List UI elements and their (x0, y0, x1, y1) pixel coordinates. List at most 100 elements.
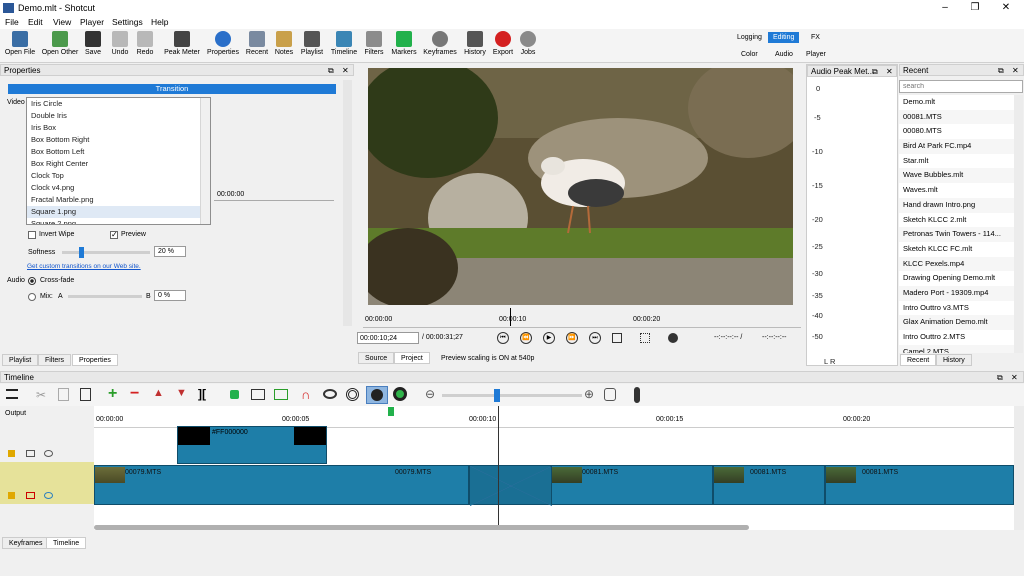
timeline-tracks[interactable]: 00:00:00 00:00:05 00:00:10 00:00:15 00:0… (94, 406, 1014, 530)
skip-next-icon[interactable]: ⏭ (589, 332, 601, 344)
float-icon[interactable]: ⧉ (872, 66, 878, 77)
panel-close-icon[interactable]: ✕ (886, 66, 893, 77)
recent-list-item[interactable]: Sketch KLCC FC.mlt (899, 242, 1014, 257)
recent-list-item[interactable]: Intro Outtro v3.MTS (899, 301, 1014, 316)
recent-search-input[interactable] (899, 80, 1023, 93)
transition-list-item[interactable]: Box Bottom Right (27, 134, 210, 146)
copy-icon[interactable] (58, 388, 69, 401)
overwrite-icon[interactable]: ▼ (176, 387, 187, 399)
ripple-icon[interactable] (346, 388, 359, 401)
timeline-playhead[interactable] (498, 406, 499, 530)
workspace-editing[interactable]: Editing (768, 32, 800, 43)
timeline-marker[interactable] (388, 407, 394, 416)
player-ruler[interactable]: 00:00:00 00:00:10 00:00:20 (363, 308, 801, 328)
timeline-button[interactable]: Timeline (330, 31, 358, 56)
player-playhead[interactable] (510, 308, 511, 326)
timeline-ruler[interactable] (94, 406, 1014, 428)
hide-icon[interactable] (44, 450, 53, 457)
transition-list-item[interactable]: Box Bottom Left (27, 146, 210, 158)
recent-list-item[interactable]: Wave Bubbles.mlt (899, 168, 1014, 184)
keyframes-button[interactable]: Keyframes (422, 31, 458, 56)
previous-marker-icon[interactable] (251, 389, 265, 400)
properties-button[interactable]: Properties (206, 31, 240, 56)
video-clip[interactable]: 00081.MTS (713, 465, 825, 505)
float-icon[interactable]: ⧉ (997, 372, 1003, 383)
zoom-fit-icon[interactable] (604, 388, 616, 401)
zoom-in-icon[interactable]: ⊕ (584, 387, 594, 401)
recent-list-item[interactable]: Demo.mlt (899, 95, 1014, 110)
recent-list-item[interactable]: Star.mlt (899, 154, 1014, 169)
skip-previous-icon[interactable]: ⏮ (497, 332, 509, 344)
recent-list-item[interactable]: Waves.mlt (899, 183, 1014, 198)
transition-list[interactable]: Iris Circle Double Iris Iris Box Box Bottom… (26, 97, 211, 225)
tab-history[interactable]: History (936, 354, 972, 366)
recent-list-item[interactable]: Intro Outtro 2.MTS (899, 330, 1014, 345)
mix-spinbox[interactable]: 0 % (154, 290, 186, 301)
notes-button[interactable]: Notes (273, 31, 295, 56)
timeline-menu-icon[interactable] (6, 389, 18, 399)
recent-list-item[interactable]: Hand drawn Intro.png (899, 197, 1014, 213)
playlist-button[interactable]: Playlist (299, 31, 325, 56)
redo-button[interactable]: Redo (134, 31, 156, 56)
paste-icon[interactable] (80, 388, 91, 401)
ripple-all-tracks-button[interactable] (366, 386, 388, 404)
softness-slider[interactable] (62, 247, 150, 258)
recent-list-item[interactable]: KLCC Pexels.mp4 (899, 256, 1014, 272)
float-icon[interactable]: ⧉ (328, 65, 334, 76)
transition-position-field[interactable]: 00:00:00 (214, 190, 334, 201)
transition-list-item[interactable]: Clock Top (27, 170, 210, 182)
list-scrollbar[interactable] (200, 98, 210, 224)
mix-slider[interactable] (68, 295, 142, 298)
video-clip[interactable]: 00079.MTS 00079.MTS (94, 465, 469, 505)
recent-list[interactable]: Demo.mlt 00081.MTS 00080.MTS Bird At Park F… (899, 95, 1014, 353)
transition-list-item[interactable]: Iris Box (27, 122, 210, 134)
softness-spinbox[interactable]: 20 % (154, 246, 186, 257)
transition-list-item[interactable]: Iris Circle (27, 98, 210, 110)
recent-list-item[interactable]: Camel 2.MTS (899, 344, 1014, 353)
softness-slider-handle[interactable] (78, 247, 84, 258)
timeline-horizontal-scrollbar[interactable] (94, 525, 749, 530)
append-icon[interactable]: + (108, 385, 117, 403)
recent-list-item[interactable]: Sketch KLCC 2.mlt (899, 213, 1014, 228)
video-preview[interactable] (368, 68, 793, 305)
minimize-icon[interactable]: – (935, 2, 955, 14)
transition-list-item[interactable]: Box Right Center (27, 158, 210, 170)
tab-project[interactable]: Project (394, 352, 430, 364)
invert-wipe-checkbox[interactable] (28, 231, 36, 239)
markers-button[interactable]: Markers (390, 31, 418, 56)
ripple-delete-icon[interactable]: − (130, 385, 139, 403)
menu-view[interactable]: View (53, 17, 71, 27)
transition-list-item[interactable]: Clock v4.png (27, 182, 210, 194)
color-clip[interactable]: #FF000000 (177, 426, 327, 464)
marker-icon[interactable] (230, 390, 239, 399)
undo-button[interactable]: Undo (109, 31, 131, 56)
position-timecode[interactable]: 00:00:10;24 (357, 332, 419, 344)
tab-playlist[interactable]: Playlist (2, 354, 39, 366)
preview-checkbox[interactable]: ✓ (110, 231, 118, 239)
panel-close-icon[interactable]: ✕ (1011, 372, 1018, 383)
history-button[interactable]: History (462, 31, 488, 56)
transition-list-item[interactable]: Square 2.png (27, 218, 210, 224)
split-icon[interactable]: ][ (198, 387, 206, 401)
lock-icon[interactable] (8, 492, 15, 499)
menu-file[interactable]: File (5, 17, 19, 27)
ripple-markers-icon[interactable] (393, 387, 407, 401)
panel-close-icon[interactable]: ✕ (342, 65, 349, 76)
recent-list-item[interactable]: Drawing Opening Demo.mlt (899, 271, 1014, 286)
mute-icon[interactable] (26, 492, 35, 499)
transition-clip[interactable] (469, 465, 552, 506)
properties-scrollbar[interactable] (343, 80, 352, 326)
timeline-zoom-slider[interactable] (442, 389, 582, 402)
float-icon[interactable]: ⧉ (998, 65, 1004, 76)
fast-forward-icon[interactable]: ⏩ (566, 332, 578, 344)
panel-close-icon[interactable]: ✕ (1012, 65, 1019, 76)
mute-icon[interactable] (26, 450, 35, 457)
menu-help[interactable]: Help (151, 17, 168, 27)
hide-icon[interactable] (44, 492, 53, 499)
filters-button[interactable]: Filters (362, 31, 386, 56)
snap-magnet-icon[interactable]: ∩ (301, 387, 310, 402)
workspace-player[interactable]: Player (806, 51, 826, 58)
record-audio-microphone-icon[interactable] (634, 387, 640, 403)
save-button[interactable]: Save (82, 31, 104, 56)
recent-list-item[interactable]: Petronas Twin Towers - 114... (899, 227, 1014, 242)
